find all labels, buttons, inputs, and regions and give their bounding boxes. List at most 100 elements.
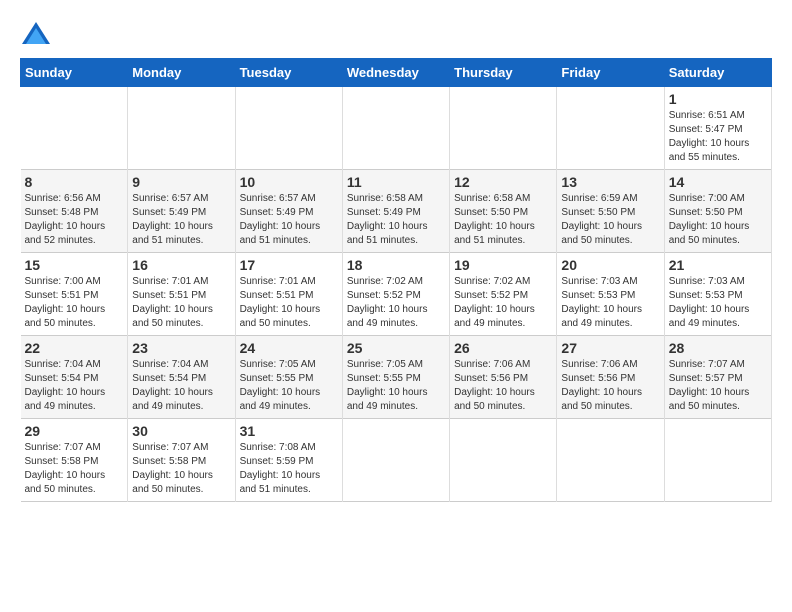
calendar-header: SundayMondayTuesdayWednesdayThursdayFrid… — [21, 59, 772, 87]
day-info: Sunrise: 7:05 AMSunset: 5:55 PMDaylight:… — [240, 358, 338, 414]
logo — [20, 20, 58, 48]
calendar-cell-4-2: 31 Sunrise: 7:08 AMSunset: 5:59 PMDayligh… — [235, 419, 342, 502]
calendar-cell-0-6: 1 Sunrise: 6:51 AMSunset: 5:47 PMDaylight… — [664, 87, 771, 170]
calendar-cell-0-4 — [450, 87, 557, 170]
header-day-friday: Friday — [557, 59, 664, 87]
calendar-cell-3-5: 27 Sunrise: 7:06 AMSunset: 5:56 PMDayligh… — [557, 336, 664, 419]
day-info: Sunrise: 7:07 AMSunset: 5:58 PMDaylight:… — [25, 441, 124, 497]
calendar-cell-3-6: 28 Sunrise: 7:07 AMSunset: 5:57 PMDayligh… — [664, 336, 771, 419]
header-day-monday: Monday — [128, 59, 235, 87]
calendar-table: SundayMondayTuesdayWednesdayThursdayFrid… — [20, 58, 772, 502]
calendar-cell-4-5 — [557, 419, 664, 502]
day-number: 8 — [25, 174, 124, 190]
calendar-cell-1-6: 14 Sunrise: 7:00 AMSunset: 5:50 PMDayligh… — [664, 170, 771, 253]
calendar-row-1: 8 Sunrise: 6:56 AMSunset: 5:48 PMDaylight… — [21, 170, 772, 253]
calendar-row-2: 15 Sunrise: 7:00 AMSunset: 5:51 PMDayligh… — [21, 253, 772, 336]
day-info: Sunrise: 7:04 AMSunset: 5:54 PMDaylight:… — [25, 358, 124, 414]
day-info: Sunrise: 6:58 AMSunset: 5:49 PMDaylight:… — [347, 192, 445, 248]
day-number: 11 — [347, 174, 445, 190]
day-info: Sunrise: 7:01 AMSunset: 5:51 PMDaylight:… — [132, 275, 230, 331]
calendar-cell-1-2: 10 Sunrise: 6:57 AMSunset: 5:49 PMDayligh… — [235, 170, 342, 253]
calendar-cell-0-5 — [557, 87, 664, 170]
day-info: Sunrise: 6:57 AMSunset: 5:49 PMDaylight:… — [132, 192, 230, 248]
calendar-row-4: 29 Sunrise: 7:07 AMSunset: 5:58 PMDayligh… — [21, 419, 772, 502]
day-number: 26 — [454, 340, 552, 356]
day-info: Sunrise: 6:57 AMSunset: 5:49 PMDaylight:… — [240, 192, 338, 248]
calendar-cell-0-2 — [235, 87, 342, 170]
day-info: Sunrise: 7:08 AMSunset: 5:59 PMDaylight:… — [240, 441, 338, 497]
day-info: Sunrise: 7:05 AMSunset: 5:55 PMDaylight:… — [347, 358, 445, 414]
header — [20, 20, 772, 48]
header-day-sunday: Sunday — [21, 59, 128, 87]
day-info: Sunrise: 7:07 AMSunset: 5:58 PMDaylight:… — [132, 441, 230, 497]
calendar-cell-2-1: 16 Sunrise: 7:01 AMSunset: 5:51 PMDayligh… — [128, 253, 235, 336]
calendar-cell-2-6: 21 Sunrise: 7:03 AMSunset: 5:53 PMDayligh… — [664, 253, 771, 336]
calendar-cell-3-0: 22 Sunrise: 7:04 AMSunset: 5:54 PMDayligh… — [21, 336, 128, 419]
day-number: 19 — [454, 257, 552, 273]
day-number: 20 — [561, 257, 659, 273]
day-info: Sunrise: 7:03 AMSunset: 5:53 PMDaylight:… — [669, 275, 767, 331]
calendar-row-0: 1 Sunrise: 6:51 AMSunset: 5:47 PMDaylight… — [21, 87, 772, 170]
day-number: 10 — [240, 174, 338, 190]
day-number: 16 — [132, 257, 230, 273]
day-number: 25 — [347, 340, 445, 356]
day-number: 24 — [240, 340, 338, 356]
calendar-cell-2-0: 15 Sunrise: 7:00 AMSunset: 5:51 PMDayligh… — [21, 253, 128, 336]
header-day-tuesday: Tuesday — [235, 59, 342, 87]
calendar-cell-4-0: 29 Sunrise: 7:07 AMSunset: 5:58 PMDayligh… — [21, 419, 128, 502]
day-number: 23 — [132, 340, 230, 356]
day-info: Sunrise: 7:00 AMSunset: 5:50 PMDaylight:… — [669, 192, 767, 248]
day-number: 22 — [25, 340, 124, 356]
day-info: Sunrise: 6:56 AMSunset: 5:48 PMDaylight:… — [25, 192, 124, 248]
calendar-cell-0-3 — [342, 87, 449, 170]
calendar-cell-4-6 — [664, 419, 771, 502]
day-number: 30 — [132, 423, 230, 439]
calendar-cell-1-3: 11 Sunrise: 6:58 AMSunset: 5:49 PMDayligh… — [342, 170, 449, 253]
calendar-cell-4-3 — [342, 419, 449, 502]
calendar-cell-1-4: 12 Sunrise: 6:58 AMSunset: 5:50 PMDayligh… — [450, 170, 557, 253]
header-day-saturday: Saturday — [664, 59, 771, 87]
day-info: Sunrise: 7:00 AMSunset: 5:51 PMDaylight:… — [25, 275, 124, 331]
day-info: Sunrise: 7:03 AMSunset: 5:53 PMDaylight:… — [561, 275, 659, 331]
day-number: 12 — [454, 174, 552, 190]
calendar-cell-3-4: 26 Sunrise: 7:06 AMSunset: 5:56 PMDayligh… — [450, 336, 557, 419]
day-number: 9 — [132, 174, 230, 190]
calendar-cell-2-3: 18Sunrise: 7:02 AMSunset: 5:52 PMDayligh… — [342, 253, 449, 336]
calendar-body: 1 Sunrise: 6:51 AMSunset: 5:47 PMDaylight… — [21, 87, 772, 502]
day-number: 17 — [240, 257, 338, 273]
day-number: 21 — [669, 257, 767, 273]
logo-icon — [20, 20, 52, 48]
day-number: 29 — [25, 423, 124, 439]
calendar-cell-3-3: 25 Sunrise: 7:05 AMSunset: 5:55 PMDayligh… — [342, 336, 449, 419]
calendar-cell-4-1: 30 Sunrise: 7:07 AMSunset: 5:58 PMDayligh… — [128, 419, 235, 502]
calendar-cell-2-2: 17 Sunrise: 7:01 AMSunset: 5:51 PMDayligh… — [235, 253, 342, 336]
day-number: 18 — [347, 257, 445, 273]
day-info: Sunrise: 7:06 AMSunset: 5:56 PMDaylight:… — [561, 358, 659, 414]
day-info: Sunrise: 7:01 AMSunset: 5:51 PMDaylight:… — [240, 275, 338, 331]
day-info: Sunrise: 7:02 AMSunset: 5:52 PMDaylight:… — [454, 275, 552, 331]
day-info: Sunrise: 6:59 AMSunset: 5:50 PMDaylight:… — [561, 192, 659, 248]
day-info: Sunrise: 6:58 AMSunset: 5:50 PMDaylight:… — [454, 192, 552, 248]
calendar-cell-4-4 — [450, 419, 557, 502]
calendar-cell-0-1 — [128, 87, 235, 170]
day-info: Sunrise: 6:51 AMSunset: 5:47 PMDaylight:… — [669, 109, 767, 165]
calendar-cell-2-5: 20 Sunrise: 7:03 AMSunset: 5:53 PMDayligh… — [557, 253, 664, 336]
calendar-cell-2-4: 19 Sunrise: 7:02 AMSunset: 5:52 PMDayligh… — [450, 253, 557, 336]
calendar-cell-0-0 — [21, 87, 128, 170]
day-number: 28 — [669, 340, 767, 356]
day-number: 1 — [669, 91, 767, 107]
day-number: 27 — [561, 340, 659, 356]
calendar-row-3: 22 Sunrise: 7:04 AMSunset: 5:54 PMDayligh… — [21, 336, 772, 419]
calendar-cell-1-5: 13 Sunrise: 6:59 AMSunset: 5:50 PMDayligh… — [557, 170, 664, 253]
day-number: 15 — [25, 257, 124, 273]
day-info: Sunrise: 7:07 AMSunset: 5:57 PMDaylight:… — [669, 358, 767, 414]
header-day-wednesday: Wednesday — [342, 59, 449, 87]
calendar-cell-3-1: 23Sunrise: 7:04 AMSunset: 5:54 PMDayligh… — [128, 336, 235, 419]
calendar-cell-1-1: 9 Sunrise: 6:57 AMSunset: 5:49 PMDaylight… — [128, 170, 235, 253]
calendar-cell-1-0: 8 Sunrise: 6:56 AMSunset: 5:48 PMDaylight… — [21, 170, 128, 253]
day-number: 31 — [240, 423, 338, 439]
day-number: 13 — [561, 174, 659, 190]
day-info: Sunrise: 7:06 AMSunset: 5:56 PMDaylight:… — [454, 358, 552, 414]
header-row: SundayMondayTuesdayWednesdayThursdayFrid… — [21, 59, 772, 87]
day-number: 14 — [669, 174, 767, 190]
